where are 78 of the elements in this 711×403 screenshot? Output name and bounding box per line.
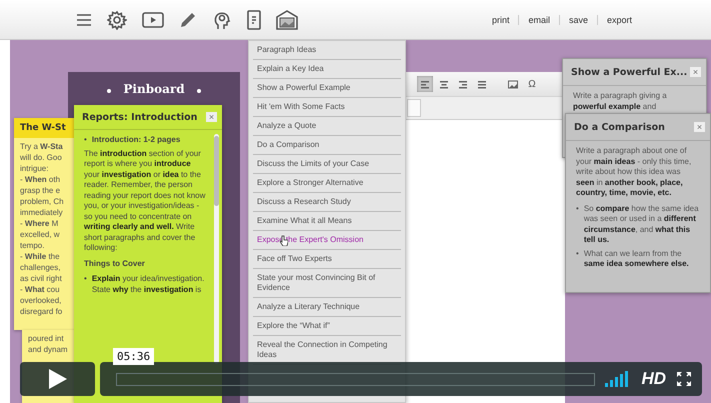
menu-icon[interactable] — [76, 12, 92, 26]
menu-item[interactable]: Show a Powerful Example — [253, 79, 401, 98]
bullet-text: Explain your idea/investigation. State why the investigation is — [92, 274, 206, 295]
paragraph-text: Things to Cover — [84, 258, 146, 269]
note-text: poured int — [27, 333, 65, 344]
image-icon — [508, 80, 518, 88]
note-text: Try a W-Sta — [19, 141, 64, 152]
pin-dot-icon — [107, 89, 112, 93]
toolbar-link[interactable]: print — [482, 14, 518, 24]
justify-icon — [477, 80, 487, 88]
align-left-button[interactable] — [417, 76, 433, 92]
pin-dot-icon — [196, 89, 201, 93]
hd-button[interactable]: HD — [641, 369, 666, 389]
menu-item[interactable]: Do a Comparison — [253, 136, 401, 155]
note-text: overlooked, — [19, 295, 62, 306]
note-text: excelled, w — [19, 229, 61, 240]
toolbar-link[interactable]: save — [558, 14, 597, 24]
close-button[interactable]: × — [206, 112, 217, 122]
note-text: will do. Goo — [19, 152, 63, 163]
settings-icon[interactable] — [107, 10, 127, 30]
menu-item[interactable]: State your most Convincing Bit of Evidence — [253, 269, 401, 298]
bullet-marker: • — [576, 204, 579, 214]
note-text: and dynam — [27, 344, 69, 355]
note-title: Reports: Introduction — [82, 112, 198, 122]
note-text: challenges, — [19, 262, 62, 273]
align-right-icon — [458, 80, 468, 88]
menu-item[interactable]: Discuss the Limits of your Case — [253, 155, 401, 174]
pencil-icon[interactable] — [179, 10, 197, 28]
menu-item[interactable]: Hit 'em With Some Facts — [253, 98, 401, 117]
toolbar-link[interactable]: export — [596, 14, 641, 24]
bullet-text: Introduction: 1-2 pages — [92, 135, 182, 146]
menu-item[interactable]: Explore the “What if” — [253, 317, 401, 336]
align-left-icon — [420, 80, 430, 88]
note-text: as civil right — [19, 273, 63, 284]
menu-item[interactable]: Explore a Stronger Alternative — [253, 174, 401, 193]
bullet-text: So compare how the same idea was seen or used in a different circumstance, and what this tell us. — [584, 204, 700, 246]
menu-item[interactable]: Analyze a Literary Technique — [253, 298, 401, 317]
menu-item[interactable]: Discuss a Research Study — [253, 193, 401, 212]
menu-item[interactable]: Examine What it all Means — [253, 212, 401, 231]
bullet-marker: • — [84, 274, 87, 285]
time-tooltip: 05:36 — [113, 348, 154, 365]
menu-item[interactable]: Analyze a Quote — [253, 117, 401, 136]
note-text: - Where M — [19, 218, 60, 229]
play-button[interactable] — [20, 362, 95, 396]
close-button[interactable]: × — [694, 122, 705, 132]
note-text: disregard fo — [19, 306, 64, 317]
close-button[interactable]: × — [690, 67, 701, 77]
pinboard-title: Pinboard — [123, 82, 185, 96]
fullscreen-icon[interactable] — [676, 371, 692, 387]
note-text: immediately — [19, 207, 64, 218]
bullet-text: What can we learn from the same idea somewhere else. — [584, 248, 690, 270]
note-text: problem, Ch — [19, 196, 65, 207]
scrollbar-thumb[interactable] — [214, 136, 219, 206]
bullet-marker: • — [84, 135, 87, 146]
note-text: - While the — [19, 251, 61, 262]
paragraph-text: Write a paragraph about one of your main ideas - only this time, write about how this idea was seen in another book, place, country, time, movie, etc. — [576, 146, 692, 198]
note-title: Show a Powerful Ex... — [571, 66, 688, 78]
scrollbar-track[interactable] — [214, 134, 219, 364]
menu-item[interactable]: Paragraph Ideas — [253, 41, 401, 60]
note-title: Do a Comparison — [574, 122, 665, 132]
progress-track[interactable] — [116, 372, 596, 386]
picture-icon[interactable] — [276, 10, 298, 30]
page-icon[interactable] — [247, 10, 261, 30]
special-character-button[interactable]: Ω — [524, 76, 540, 92]
note-text: intrigue: — [19, 163, 50, 174]
menu-item[interactable]: Face off Two Experts — [253, 250, 401, 269]
toolbar-link[interactable]: email — [518, 14, 559, 24]
paragraph-text: The introduction section of your report is where you introduce your investigation or idea to the reader. Remember, the person reading your report does not know you, or your investigation/ideas - so you need to concentrate on writing clearly and well. Write short paragraphs and cover the following: — [84, 148, 206, 254]
note-text: tempo. — [19, 240, 46, 251]
note-text: - What cou — [19, 284, 61, 295]
note-title: The W-St — [14, 118, 76, 138]
bullet-marker: • — [576, 248, 579, 260]
paragraph-text: Write a paragraph giving a powerful example and — [573, 91, 668, 112]
menu-item[interactable]: Explain a Key Idea — [253, 60, 401, 79]
note-text: grasp the e — [19, 185, 62, 196]
video-icon[interactable] — [142, 12, 164, 28]
align-center-icon — [439, 80, 449, 88]
note-text: - When oth — [19, 174, 62, 185]
